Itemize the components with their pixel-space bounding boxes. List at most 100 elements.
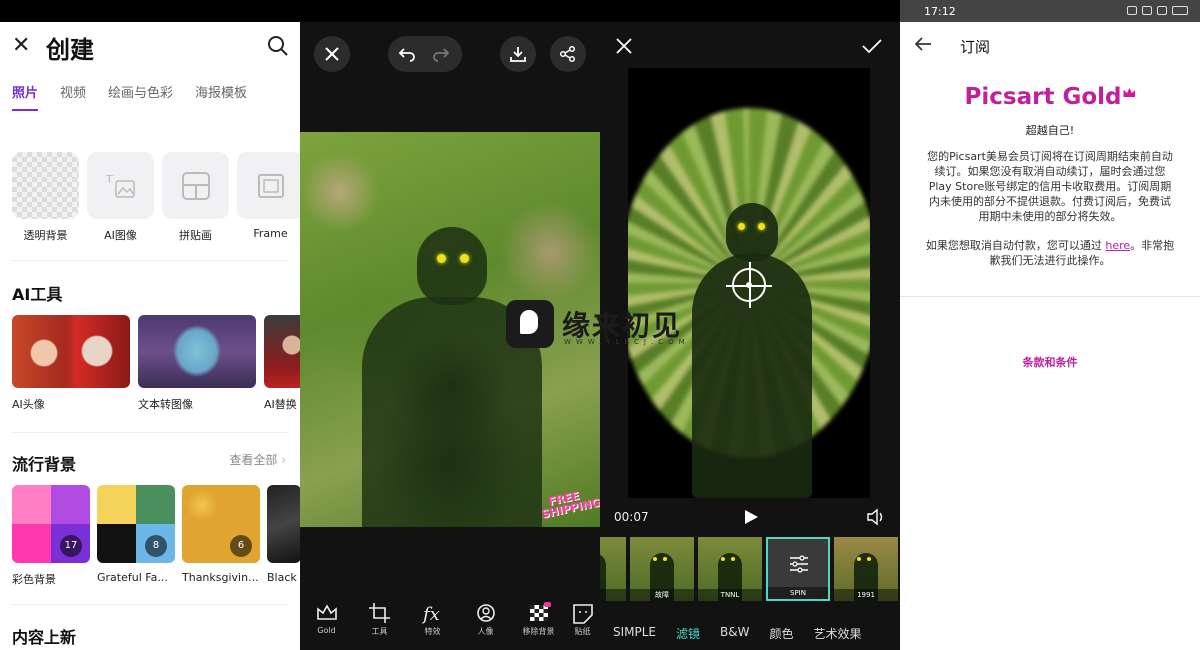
filter-thumb[interactable] bbox=[600, 537, 626, 601]
search-icon[interactable] bbox=[266, 34, 290, 58]
ai-replace-card[interactable]: AI替换 bbox=[264, 315, 300, 412]
cancel-info: 如果您想取消自动付款，您可以通过 here。非常抱歉我们无法进行此操作。 bbox=[924, 238, 1176, 268]
logo-text: Picsart Gold bbox=[964, 84, 1122, 110]
adjust-sliders-icon bbox=[790, 555, 808, 573]
thumb-label: 1991 bbox=[834, 589, 898, 601]
transparent-icon bbox=[12, 152, 79, 219]
tab-videos[interactable]: 视频 bbox=[60, 82, 86, 111]
tab-bw[interactable]: B&W bbox=[720, 625, 749, 642]
card-label: Thanksgivin... bbox=[182, 571, 259, 584]
tile-transparent-bg[interactable]: 透明背景 bbox=[12, 152, 79, 243]
count-badge: 8 bbox=[145, 535, 167, 557]
tool-sticker[interactable]: 贴纸 bbox=[565, 596, 600, 650]
vibrate-icon bbox=[1127, 6, 1137, 15]
frame-icon bbox=[237, 152, 300, 219]
ai-tools-title: AI工具 bbox=[12, 285, 63, 304]
new-content-title: 内容上新 bbox=[12, 628, 77, 647]
sticker-icon bbox=[572, 604, 593, 624]
grateful-bg-thumb: 8 bbox=[97, 485, 175, 563]
status-icons bbox=[1127, 6, 1188, 15]
fx-icon: fx bbox=[421, 604, 440, 624]
terms-link[interactable]: 条款和条件 bbox=[900, 354, 1200, 370]
page-title: 创建 bbox=[46, 36, 94, 64]
playback-bar: 00:07 bbox=[600, 500, 900, 536]
eye-sticker-right bbox=[460, 254, 469, 263]
close-icon[interactable] bbox=[616, 38, 632, 54]
bg-card-thanksgiving[interactable]: 6 Thanksgivin... bbox=[182, 485, 260, 587]
tool-label: 贴纸 bbox=[574, 627, 591, 636]
tab-simple[interactable]: SIMPLE bbox=[613, 625, 656, 642]
tool-label: Gold bbox=[317, 626, 336, 635]
tile-label: 透明背景 bbox=[23, 229, 68, 242]
status-time: 17:12 bbox=[924, 5, 956, 18]
tool-label: 特效 bbox=[424, 627, 441, 636]
filter-thumb-1991[interactable]: 1991 bbox=[834, 537, 898, 601]
tab-art-effects[interactable]: 艺术效果 bbox=[814, 625, 862, 642]
undo-icon[interactable] bbox=[398, 45, 416, 63]
ai-avatar-card[interactable]: AI头像 bbox=[12, 315, 130, 412]
filter-thumb-tnnl[interactable]: TNNL bbox=[698, 537, 762, 601]
bg-card-colorful[interactable]: 17 彩色背景 bbox=[12, 485, 90, 587]
tab-drawing[interactable]: 绘画与色彩 bbox=[108, 82, 173, 111]
undo-redo-group bbox=[388, 36, 462, 72]
tile-label: 拼贴画 bbox=[179, 229, 212, 242]
tile-collage[interactable]: 拼贴画 bbox=[162, 152, 229, 243]
card-label: 文本转图像 bbox=[138, 398, 193, 411]
thanksgiving-bg-thumb: 6 bbox=[182, 485, 260, 563]
thumb-label: TNNL bbox=[698, 589, 762, 601]
spin-center-handle[interactable] bbox=[726, 262, 772, 308]
count-badge: 6 bbox=[230, 535, 252, 557]
tool-remove-bg[interactable]: 移除背景 bbox=[512, 596, 565, 650]
quick-tiles: 透明背景 T AI图像 拼贴画 Frame bbox=[12, 152, 300, 243]
tool-label: 人像 bbox=[477, 627, 494, 636]
text-to-image-image bbox=[138, 315, 256, 388]
trending-bg-title: 流行背景 bbox=[12, 455, 77, 474]
download-button[interactable] bbox=[500, 36, 536, 72]
create-panel: ✕ 创建 照片 视频 绘画与色彩 海报模板 透明背景 T AI图像 拼贴画 Fr… bbox=[0, 22, 300, 650]
divider bbox=[900, 296, 1200, 297]
top-strip bbox=[0, 0, 900, 22]
tab-color[interactable]: 颜色 bbox=[770, 625, 794, 642]
subscription-terms-text: 您的Picsart美易会员订阅将在订阅周期结束前自动续订。如果您没有取消自动续订… bbox=[927, 150, 1173, 223]
tool-effects[interactable]: fx 特效 bbox=[406, 596, 459, 650]
bg-card-grateful[interactable]: 8 Grateful Fa... bbox=[97, 485, 175, 587]
battery-icon bbox=[1172, 6, 1188, 15]
redo-icon[interactable] bbox=[432, 45, 450, 63]
filter-thumb-spin[interactable]: SPIN bbox=[766, 537, 830, 601]
tab-photos[interactable]: 照片 bbox=[12, 82, 39, 111]
card-label: AI替换 bbox=[264, 398, 297, 411]
tool-tools[interactable]: 工具 bbox=[353, 596, 406, 650]
tile-ai-image[interactable]: T AI图像 bbox=[87, 152, 154, 243]
filter-thumb-glitch[interactable]: 故障 bbox=[630, 537, 694, 601]
tab-filters[interactable]: 滤镜 bbox=[676, 625, 700, 642]
watermark-logo-icon bbox=[506, 300, 554, 348]
play-icon[interactable] bbox=[743, 509, 759, 525]
wifi-icon bbox=[1142, 6, 1152, 15]
shadow-head bbox=[417, 227, 487, 305]
eye-sticker-right bbox=[758, 223, 765, 230]
tool-label: 工具 bbox=[371, 627, 388, 636]
text-to-image-card[interactable]: 文本转图像 bbox=[138, 315, 256, 412]
share-button[interactable] bbox=[550, 36, 586, 72]
volume-icon[interactable] bbox=[866, 508, 886, 526]
share-icon bbox=[559, 45, 576, 63]
close-button[interactable] bbox=[314, 36, 350, 72]
see-all-link[interactable]: 查看全部 › bbox=[229, 451, 286, 468]
back-arrow-icon[interactable] bbox=[914, 36, 932, 52]
backgrounds-row: 17 彩色背景 8 Grateful Fa... 6 Thanksgivin..… bbox=[12, 485, 300, 587]
tile-frame[interactable]: Frame bbox=[237, 152, 300, 243]
tab-posters[interactable]: 海报模板 bbox=[195, 82, 247, 111]
bg-card-black[interactable]: Black bbox=[267, 485, 300, 587]
card-label: Grateful Fa... bbox=[97, 571, 168, 584]
cancel-link[interactable]: here bbox=[1105, 239, 1130, 252]
filter-preview[interactable] bbox=[628, 68, 870, 498]
close-icon[interactable]: ✕ bbox=[12, 35, 32, 57]
checkmark-icon[interactable] bbox=[862, 38, 882, 54]
page-title: 订阅 bbox=[960, 38, 991, 56]
free-shipping-sticker: FREE SHIPPING bbox=[540, 489, 600, 521]
create-header: ✕ 创建 bbox=[0, 26, 300, 66]
tool-gold[interactable]: Gold bbox=[300, 596, 353, 650]
tool-portrait[interactable]: 人像 bbox=[459, 596, 512, 650]
ai-replace-image bbox=[264, 315, 300, 388]
tagline: 超越自己! bbox=[1025, 124, 1075, 137]
